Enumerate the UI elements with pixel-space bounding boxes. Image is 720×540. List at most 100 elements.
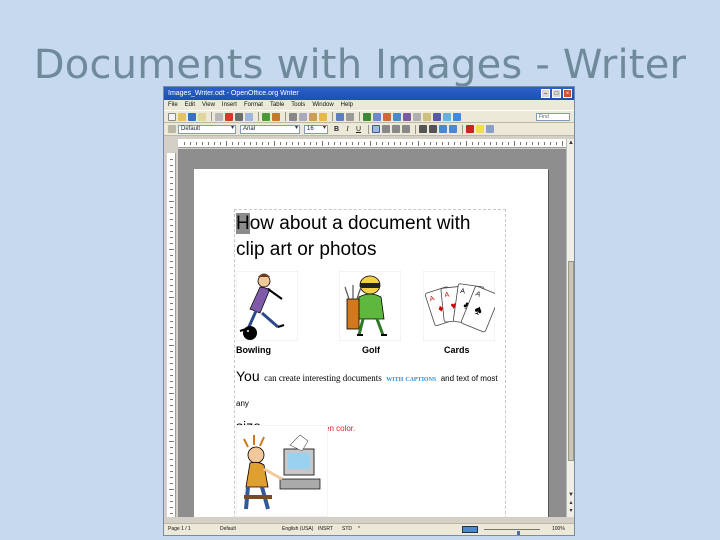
align-left-icon[interactable] xyxy=(372,125,380,133)
ruler-tick xyxy=(170,375,173,376)
ruler-tick xyxy=(170,255,173,256)
table-icon[interactable] xyxy=(373,112,381,121)
menu-window[interactable]: Window xyxy=(312,102,333,108)
menu-edit[interactable]: Edit xyxy=(185,102,195,108)
status-selection-mode[interactable]: STD xyxy=(342,526,352,532)
document-heading[interactable]: How about a document with clip art or ph… xyxy=(236,211,504,263)
ruler-tick xyxy=(334,142,335,145)
ruler-tick xyxy=(170,315,173,316)
ruler-tick xyxy=(250,142,251,145)
status-page-style[interactable]: Default xyxy=(220,526,236,532)
document-page[interactable]: How about a document with clip art or ph… xyxy=(194,169,548,517)
ruler-tick xyxy=(190,142,191,145)
ruler-tick xyxy=(316,142,317,145)
font-name-select[interactable]: Arial xyxy=(240,124,300,134)
background-color-icon[interactable] xyxy=(486,125,494,133)
hyperlink-icon[interactable] xyxy=(363,112,371,121)
ruler-tick xyxy=(196,142,197,145)
zoom-icon[interactable] xyxy=(443,112,451,121)
find-input[interactable]: Find xyxy=(536,112,570,121)
justify-icon[interactable] xyxy=(402,125,410,133)
find-replace-icon[interactable] xyxy=(393,112,401,121)
decrease-indent-icon[interactable] xyxy=(439,125,447,133)
scroll-down-arrow-icon[interactable]: ▼ xyxy=(567,491,574,499)
email-icon[interactable] xyxy=(198,112,206,121)
undo-icon[interactable] xyxy=(336,112,344,121)
computer-user-clipart-image[interactable] xyxy=(236,425,328,517)
underline-button[interactable]: U xyxy=(354,125,363,134)
ruler-tick xyxy=(496,142,497,145)
minimize-button[interactable]: – xyxy=(541,89,550,98)
previous-page-icon[interactable]: ▴ xyxy=(567,499,574,507)
gallery-icon[interactable] xyxy=(413,112,421,121)
italic-button[interactable]: I xyxy=(343,125,352,134)
ruler-tick xyxy=(502,142,503,145)
ruler-tick xyxy=(436,142,437,145)
golf-clipart-image[interactable] xyxy=(339,271,401,341)
ruler-tick xyxy=(170,429,173,430)
menu-view[interactable]: View xyxy=(202,102,215,108)
format-paintbrush-icon[interactable] xyxy=(319,112,327,121)
vertical-ruler[interactable] xyxy=(167,153,176,517)
status-language[interactable]: English (USA) xyxy=(282,526,313,532)
align-center-icon[interactable] xyxy=(382,125,390,133)
ruler-tick xyxy=(388,142,389,145)
zoom-slider[interactable] xyxy=(484,529,540,535)
redo-icon[interactable] xyxy=(346,112,354,121)
ruler-tick xyxy=(170,159,173,160)
styles-formatting-icon[interactable] xyxy=(168,125,176,133)
paste-icon[interactable] xyxy=(309,112,317,121)
edit-file-icon[interactable] xyxy=(215,112,223,121)
toolbar-separator xyxy=(462,124,463,134)
menu-insert[interactable]: Insert xyxy=(222,102,237,108)
toolbar-separator xyxy=(368,124,369,134)
ruler-tick xyxy=(370,141,371,146)
ruler-tick xyxy=(170,435,173,436)
show-draw-icon[interactable] xyxy=(383,112,391,121)
print-icon[interactable] xyxy=(235,112,243,121)
cut-icon[interactable] xyxy=(289,112,297,121)
status-insert-mode[interactable]: INSRT xyxy=(318,526,333,532)
spellcheck-icon[interactable] xyxy=(262,112,270,121)
increase-indent-icon[interactable] xyxy=(449,125,457,133)
menu-tools[interactable]: Tools xyxy=(291,102,305,108)
view-layout-icon[interactable] xyxy=(462,526,478,533)
print-preview-icon[interactable] xyxy=(245,112,253,121)
menu-table[interactable]: Table xyxy=(270,102,284,108)
status-zoom[interactable]: 100% xyxy=(552,526,565,532)
export-pdf-icon[interactable] xyxy=(225,112,233,121)
bold-button[interactable]: B xyxy=(332,125,341,134)
save-icon[interactable] xyxy=(188,112,196,121)
paragraph-style-select[interactable]: Default xyxy=(178,124,236,134)
open-folder-icon[interactable] xyxy=(178,112,186,121)
maximize-button[interactable]: □ xyxy=(552,89,561,98)
horizontal-ruler[interactable] xyxy=(178,139,566,148)
ruler-tick xyxy=(556,142,557,145)
menu-format[interactable]: Format xyxy=(244,102,263,108)
font-size-select[interactable]: 16 xyxy=(304,124,328,134)
new-document-icon[interactable] xyxy=(168,112,176,121)
menu-file[interactable]: File xyxy=(168,102,178,108)
zoom-slider-handle[interactable] xyxy=(517,531,520,535)
vertical-scrollbar[interactable]: ▲ ▼ ▴ ▾ xyxy=(566,139,574,517)
copy-icon[interactable] xyxy=(299,112,307,121)
autospell-icon[interactable] xyxy=(272,112,280,121)
close-button[interactable]: × xyxy=(563,89,572,98)
menu-help[interactable]: Help xyxy=(341,102,353,108)
cards-clipart-image[interactable]: A♦ A♥ A♣ A♠ xyxy=(423,271,495,341)
help-icon[interactable] xyxy=(453,112,461,121)
next-page-icon[interactable]: ▾ xyxy=(567,507,574,515)
align-right-icon[interactable] xyxy=(392,125,400,133)
bowling-clipart-image[interactable] xyxy=(236,271,298,341)
data-sources-icon[interactable] xyxy=(423,112,431,121)
bullets-icon[interactable] xyxy=(429,125,437,133)
scroll-up-arrow-icon[interactable]: ▲ xyxy=(567,139,574,147)
ruler-tick xyxy=(400,142,401,145)
font-color-icon[interactable] xyxy=(466,125,474,133)
nonprinting-characters-icon[interactable] xyxy=(433,112,441,121)
numbering-icon[interactable] xyxy=(419,125,427,133)
highlighting-icon[interactable] xyxy=(476,125,484,133)
scrollbar-thumb[interactable] xyxy=(568,261,574,461)
navigator-icon[interactable] xyxy=(403,112,411,121)
status-page-count[interactable]: Page 1 / 1 xyxy=(168,526,191,532)
